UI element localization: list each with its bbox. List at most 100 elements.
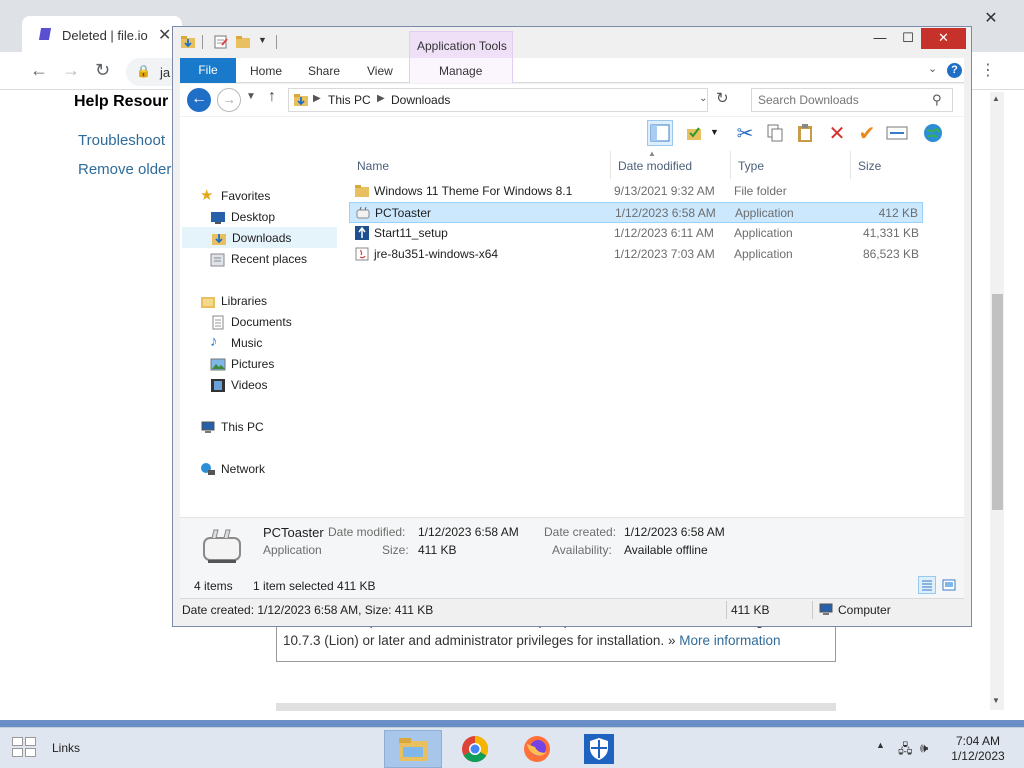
qa-customize-icon[interactable]: ▼: [258, 35, 267, 45]
breadcrumb-downloads[interactable]: Downloads: [391, 93, 450, 107]
shield-icon: [584, 734, 614, 764]
qa-separator-2: [276, 35, 277, 49]
rename-check-icon[interactable]: ✔: [854, 120, 880, 146]
column-divider[interactable]: [730, 151, 731, 179]
delete-icon[interactable]: ✕: [824, 120, 850, 146]
browser-horizontal-scrollbar[interactable]: [276, 703, 836, 711]
column-date-modified[interactable]: Date modified: [618, 159, 692, 173]
folder-options-dropdown-icon[interactable]: ▼: [710, 127, 719, 137]
close-button[interactable]: ✕: [921, 28, 966, 49]
nav-pictures-label: Pictures: [231, 357, 275, 371]
tab-manage[interactable]: Manage: [439, 64, 482, 78]
browser-back-icon[interactable]: ←: [30, 60, 48, 81]
copy-icon[interactable]: [762, 120, 788, 146]
taskbar-defender[interactable]: [570, 730, 628, 768]
browser-forward-icon[interactable]: →: [62, 60, 80, 81]
tab-file[interactable]: File: [180, 58, 236, 83]
file-name: jre-8u351-windows-x64: [374, 247, 499, 261]
more-information-link[interactable]: More information: [679, 633, 780, 648]
recent-locations-icon[interactable]: ▼: [246, 91, 256, 102]
close-tab-icon[interactable]: ✕: [158, 25, 171, 45]
scroll-thumb[interactable]: [992, 294, 1003, 510]
cut-icon[interactable]: ✂: [732, 120, 758, 146]
taskbar-firefox[interactable]: [508, 730, 566, 768]
file-date: 1/12/2023 6:11 AM: [614, 226, 714, 240]
folder-options-icon[interactable]: [682, 120, 708, 146]
nav-desktop-label: Desktop: [231, 210, 276, 224]
this-pc-icon: [201, 421, 215, 433]
file-row-jre-installer[interactable]: jre-8u351-windows-x64 1/12/2023 7:03 AM …: [349, 244, 923, 265]
tab-share[interactable]: Share: [308, 64, 340, 78]
column-type[interactable]: Type: [738, 159, 764, 173]
paste-icon[interactable]: [792, 120, 818, 146]
refresh-icon[interactable]: ↻: [716, 89, 729, 107]
windows-logo-icon: [25, 737, 36, 746]
volume-icon[interactable]: 🕪: [920, 740, 928, 756]
network-tray-icon[interactable]: 🖧: [898, 740, 913, 762]
links-toolbar[interactable]: Links: [52, 741, 80, 755]
fileio-favicon-icon: [38, 28, 52, 40]
browser-reload-icon[interactable]: ↻: [95, 60, 110, 81]
browser-vertical-scrollbar[interactable]: ▲ ▼: [990, 92, 1004, 710]
address-dropdown-icon[interactable]: ⌄: [699, 93, 707, 104]
scroll-up-icon[interactable]: ▲: [992, 94, 1000, 103]
breadcrumb-this-pc[interactable]: This PC: [328, 93, 371, 107]
help-icon[interactable]: ?: [947, 63, 962, 78]
status-size: 411 KB: [731, 603, 770, 617]
up-folder-icon[interactable]: ↑: [268, 88, 276, 106]
note-line-2: 10.7.3 (Lion) or later and administrator…: [283, 631, 829, 651]
browser-menu-icon[interactable]: ⋮: [980, 60, 996, 80]
chrome-icon: [462, 735, 489, 763]
system-clock[interactable]: 7:04 AM 1/12/2023: [948, 734, 1008, 764]
breadcrumb-separator-icon[interactable]: ▶: [377, 93, 385, 104]
details-file-name: PCToaster: [263, 525, 324, 540]
breadcrumb-separator-icon[interactable]: ▶: [313, 93, 321, 104]
forward-button[interactable]: →: [217, 88, 241, 112]
remove-older-link[interactable]: Remove older: [78, 161, 171, 178]
properties-icon[interactable]: [213, 35, 229, 49]
pctoaster-thumbnail-icon: [203, 529, 241, 563]
folder-down-icon[interactable]: [180, 35, 196, 49]
desktop-icon: [211, 212, 225, 224]
back-button[interactable]: ←: [187, 88, 211, 112]
file-type: File folder: [734, 184, 787, 198]
properties-dialog-icon[interactable]: [884, 120, 910, 146]
troubleshoot-link[interactable]: Troubleshoot: [78, 132, 165, 149]
search-input[interactable]: [758, 92, 928, 108]
file-row-pctoaster[interactable]: PCToaster 1/12/2023 6:58 AM Application …: [349, 202, 923, 223]
file-row-start11-setup[interactable]: Start11_setup 1/12/2023 6:11 AM Applicat…: [349, 223, 923, 244]
scroll-down-icon[interactable]: ▼: [992, 696, 1000, 705]
preview-pane-icon[interactable]: [647, 120, 673, 146]
videos-icon: [211, 379, 225, 392]
start-button[interactable]: [12, 737, 38, 759]
tab-home[interactable]: Home: [250, 64, 282, 78]
large-icons-view-button[interactable]: [940, 576, 958, 594]
lock-icon: 🔒: [136, 64, 151, 78]
taskbar-chrome[interactable]: [446, 730, 504, 768]
browser-tab[interactable]: Deleted | file.io ✕: [22, 16, 182, 52]
column-divider[interactable]: [850, 151, 851, 179]
maximize-button[interactable]: ☐: [895, 28, 921, 49]
taskbar-file-explorer[interactable]: [384, 730, 442, 768]
file-type: Application: [734, 247, 793, 261]
nav-downloads-label: Downloads: [232, 231, 292, 245]
qa-separator: [202, 35, 203, 49]
tab-view[interactable]: View: [367, 64, 393, 78]
expand-ribbon-icon[interactable]: ⌄: [928, 62, 937, 75]
column-name[interactable]: Name: [357, 159, 389, 173]
windows-logo-icon: [25, 748, 36, 757]
column-divider[interactable]: [610, 151, 611, 179]
details-view-button[interactable]: [918, 576, 936, 594]
search-box[interactable]: ⚲: [751, 88, 953, 112]
nav-downloads[interactable]: Downloads: [182, 227, 337, 248]
file-row-windows-11-theme[interactable]: Windows 11 Theme For Windows 8.1 9/13/20…: [349, 181, 923, 202]
address-bar[interactable]: ▶ This PC ▶ Downloads ⌄: [288, 88, 708, 112]
new-folder-icon[interactable]: [235, 35, 251, 49]
status-item-count: 4 items: [194, 579, 233, 593]
browser-close-button[interactable]: ✕: [968, 8, 1014, 28]
globe-icon[interactable]: [920, 120, 946, 146]
nav-network-label: Network: [221, 462, 266, 476]
column-size[interactable]: Size: [858, 159, 881, 173]
show-hidden-icons[interactable]: ▲: [876, 740, 885, 750]
nav-recent-places-label: Recent places: [231, 252, 308, 266]
